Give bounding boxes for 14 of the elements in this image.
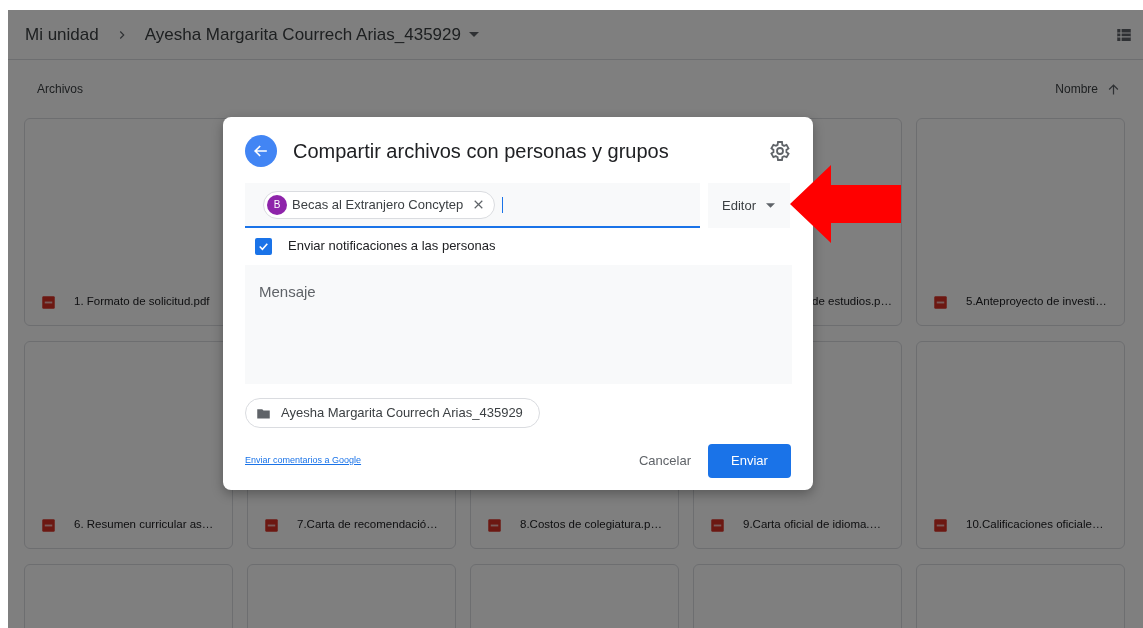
checkbox-label: Enviar notificaciones a las personas xyxy=(288,237,496,256)
folder-name: Ayesha Margarita Courrech Arias_435929 xyxy=(281,404,523,423)
file-name: de estudios.p… xyxy=(812,294,892,310)
file-name: 7.Carta de recomendació… xyxy=(297,517,438,533)
dialog-title: Compartir archivos con personas y grupos xyxy=(293,139,669,164)
file-name: 1. Formato de solicitud.pdf xyxy=(74,294,210,310)
file-name: 5.Anteproyecto de investi… xyxy=(966,294,1107,310)
file-name: 10.Calificaciones oficiale… xyxy=(966,517,1104,533)
avatar: B xyxy=(267,194,287,215)
file-name: 9.Carta oficial de idioma.… xyxy=(743,517,882,533)
section-label: Archivos xyxy=(37,81,83,98)
file-name: 8.Costos de colegiatura.p… xyxy=(520,517,662,533)
file-name: 6. Resumen curricular as… xyxy=(74,517,214,533)
recipient-name: Becas al Extranjero Concytep xyxy=(292,195,464,214)
